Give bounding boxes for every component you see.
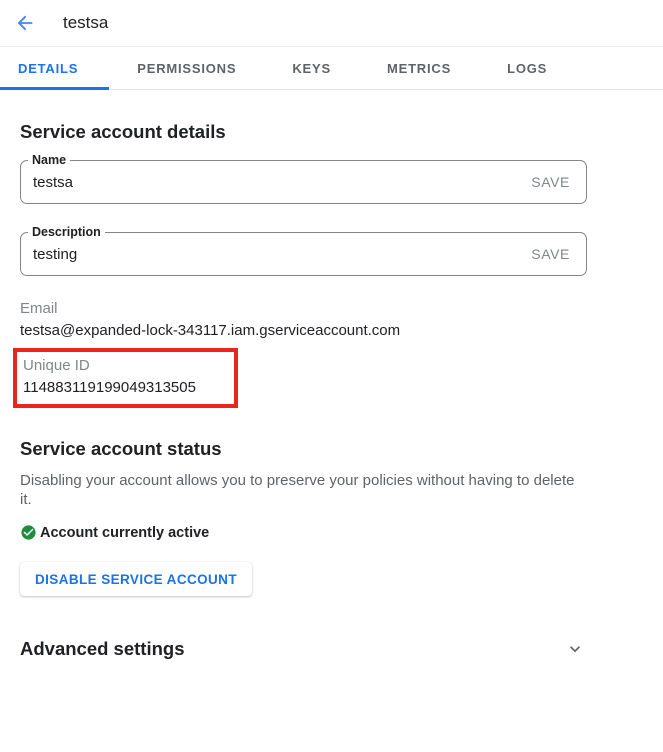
tab-metrics[interactable]: METRICS — [359, 47, 479, 89]
description-save-button[interactable]: SAVE — [527, 244, 574, 264]
description-field-label: Description — [28, 225, 105, 239]
name-field-label: Name — [28, 153, 70, 167]
email-block: Email testsa@expanded-lock-343117.iam.gs… — [20, 300, 587, 339]
tab-bar: DETAILS PERMISSIONS KEYS METRICS LOGS — [0, 47, 663, 90]
tab-details[interactable]: DETAILS — [0, 47, 109, 89]
unique-id-highlight-box: Unique ID 114883119199049313505 — [13, 348, 238, 408]
unique-id-label: Unique ID — [23, 357, 196, 374]
advanced-settings-expander[interactable]: Advanced settings — [20, 638, 587, 660]
advanced-settings-heading: Advanced settings — [20, 638, 185, 660]
description-input[interactable] — [21, 246, 527, 263]
main-content: Service account details Name SAVE Descri… — [20, 90, 587, 660]
chevron-down-icon[interactable] — [565, 639, 585, 659]
details-heading: Service account details — [20, 90, 587, 143]
page-title: testsa — [63, 13, 108, 33]
page-header: testsa — [0, 0, 663, 47]
email-label: Email — [20, 300, 587, 317]
check-circle-icon — [20, 524, 37, 541]
name-field-container: Name SAVE — [20, 160, 587, 204]
description-field-container: Description SAVE — [20, 232, 587, 276]
unique-id-value: 114883119199049313505 — [23, 379, 196, 396]
email-value: testsa@expanded-lock-343117.iam.gservice… — [20, 322, 587, 339]
status-heading: Service account status — [20, 408, 587, 460]
account-active-label: Account currently active — [40, 525, 209, 541]
tab-keys[interactable]: KEYS — [264, 47, 359, 89]
name-input[interactable] — [21, 174, 527, 191]
tab-logs[interactable]: LOGS — [479, 47, 575, 89]
tab-permissions[interactable]: PERMISSIONS — [109, 47, 264, 89]
back-button[interactable] — [13, 11, 37, 35]
account-status-row: Account currently active — [20, 524, 587, 541]
status-description: Disabling your account allows you to pre… — [20, 472, 580, 509]
disable-service-account-button[interactable]: DISABLE SERVICE ACCOUNT — [20, 562, 252, 596]
name-save-button[interactable]: SAVE — [527, 172, 574, 192]
arrow-back-icon — [14, 12, 36, 34]
